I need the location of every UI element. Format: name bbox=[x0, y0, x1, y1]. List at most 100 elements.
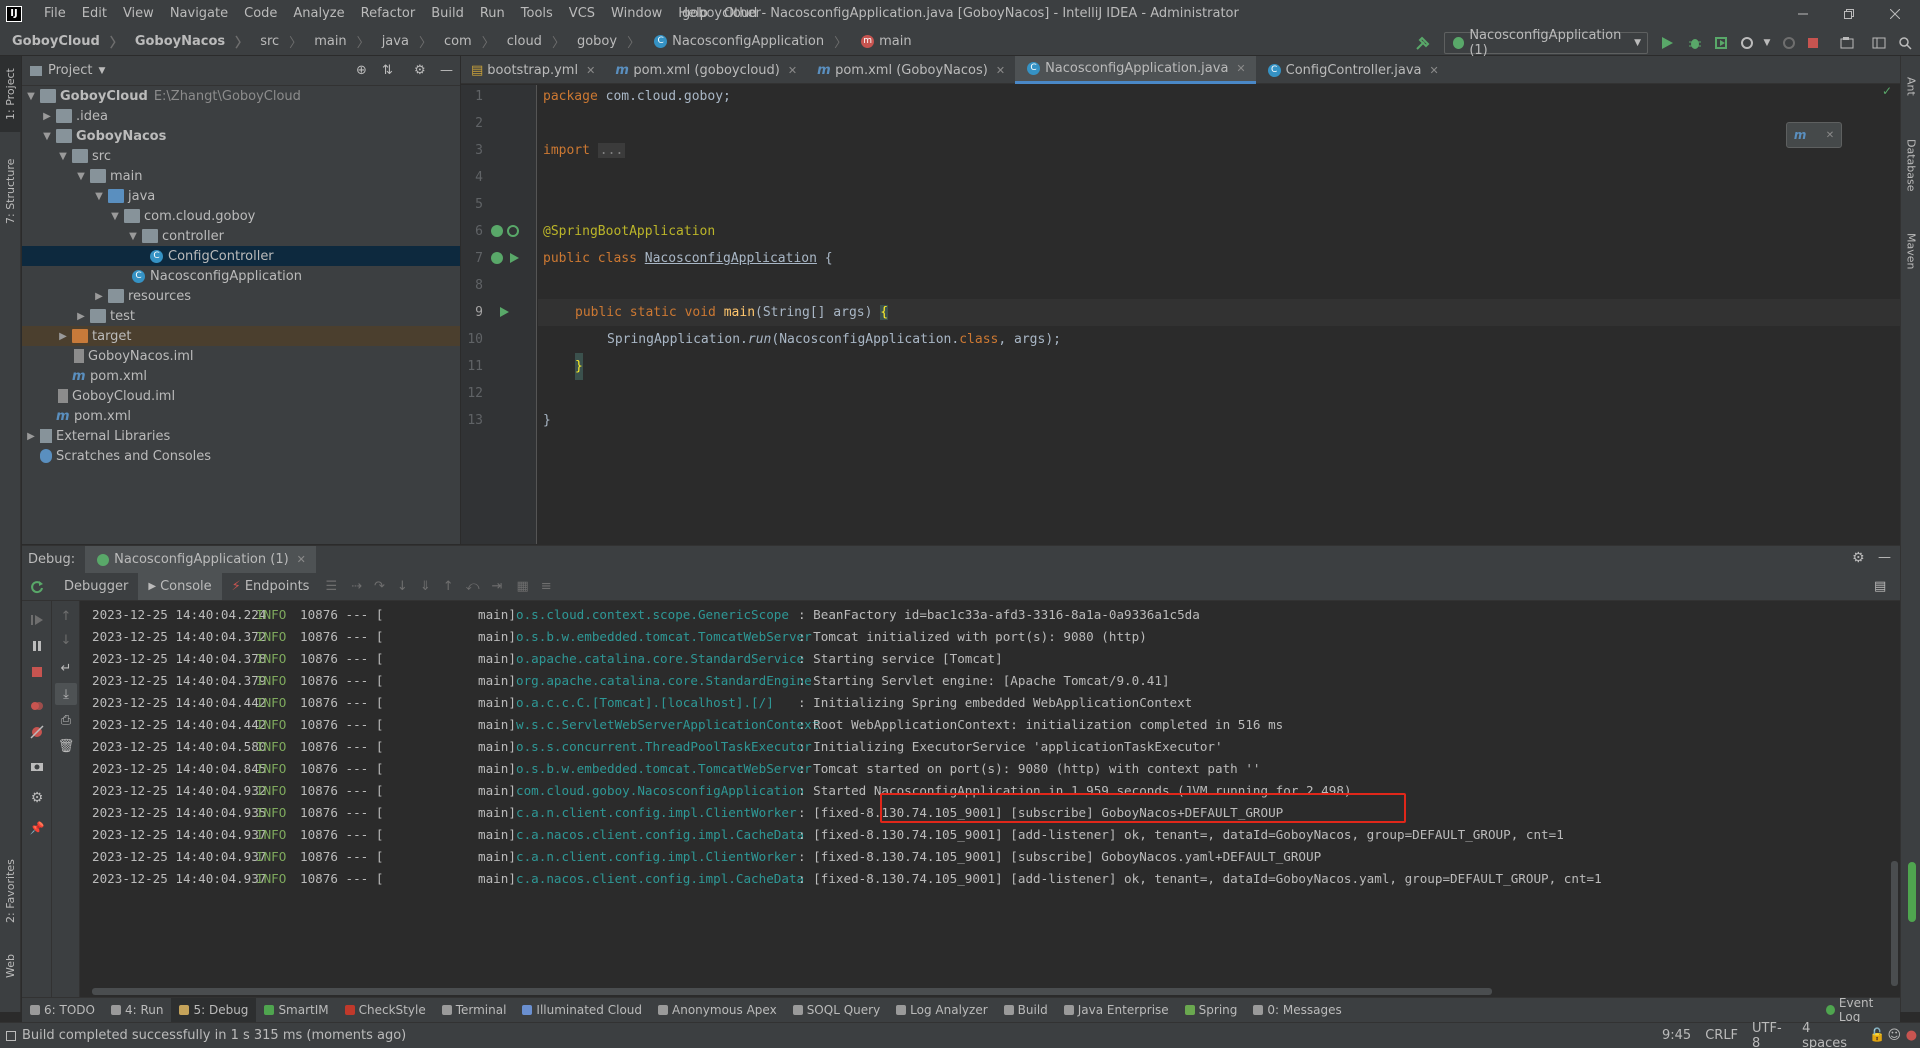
tree-item[interactable]: GoboyCloud.iml bbox=[22, 386, 460, 406]
menu-analyze[interactable]: Analyze bbox=[285, 0, 352, 28]
spring-bean-gutter-icon[interactable] bbox=[491, 225, 503, 237]
spring-config-gutter-icon[interactable] bbox=[507, 225, 519, 237]
chevron-down-icon[interactable]: ▼ bbox=[98, 66, 105, 76]
rerun-button[interactable] bbox=[1780, 34, 1798, 52]
gear-icon[interactable]: ⚙ bbox=[1852, 550, 1865, 566]
project-view-select[interactable]: Project bbox=[48, 63, 92, 78]
tool-tab-web[interactable]: Web bbox=[0, 941, 21, 991]
close-icon[interactable]: ✕ bbox=[1236, 62, 1245, 75]
step-over-icon[interactable]: ↷ bbox=[374, 579, 385, 594]
breadcrumb-class[interactable]: C NacosconfigApplication 〉 bbox=[640, 32, 847, 51]
tab-pom-goboynacos[interactable]: m pom.xml (GoboyNacos) ✕ bbox=[807, 56, 1015, 84]
run-configuration-select[interactable]: NacosconfigApplication (1) ▼ bbox=[1444, 28, 1648, 58]
tool-window-spring[interactable]: Spring bbox=[1177, 998, 1246, 1023]
breadcrumb-method[interactable]: m main bbox=[847, 34, 912, 49]
code-editor[interactable]: package com.cloud.goboy; import ... @Spr… bbox=[538, 84, 1900, 544]
tree-item[interactable]: C NacosconfigApplication bbox=[22, 266, 460, 286]
view-breakpoints-button[interactable] bbox=[26, 695, 48, 717]
tool-window-6-todo[interactable]: 6: TODO bbox=[22, 998, 103, 1023]
tab-pom-goboycloud[interactable]: m pom.xml (goboycloud) ✕ bbox=[605, 56, 807, 84]
breadcrumb-cloud[interactable]: cloud 〉 bbox=[495, 32, 565, 51]
stop-button[interactable] bbox=[1804, 34, 1822, 52]
breadcrumb-goboy[interactable]: goboy 〉 bbox=[565, 32, 640, 51]
step-out-icon[interactable]: ↑ bbox=[443, 579, 454, 594]
run-gutter-icon[interactable] bbox=[499, 307, 509, 317]
collapse-all-icon[interactable]: ⇅ bbox=[382, 63, 393, 78]
chevron-right-icon[interactable]: ▶ bbox=[40, 111, 54, 122]
tool-tab-project[interactable]: 1: Project bbox=[0, 56, 21, 132]
resume-button[interactable] bbox=[26, 609, 48, 631]
print-button[interactable]: ⎙ bbox=[55, 709, 77, 731]
tool-tab-maven[interactable]: Maven bbox=[1901, 216, 1920, 286]
tab-endpoints[interactable]: ⚡ Endpoints bbox=[222, 573, 320, 600]
tool-window-build[interactable]: Build bbox=[996, 998, 1056, 1023]
status-message[interactable]: Build completed successfully in 1 s 315 … bbox=[22, 1028, 406, 1043]
close-icon[interactable]: ✕ bbox=[996, 64, 1005, 77]
layout-button[interactable] bbox=[1870, 34, 1888, 52]
maven-reload-popup[interactable]: m ✕ bbox=[1786, 122, 1842, 148]
hide-panel-icon[interactable]: — bbox=[1878, 550, 1891, 565]
menu-view[interactable]: View bbox=[115, 0, 162, 28]
tree-item[interactable]: m pom.xml bbox=[22, 366, 460, 386]
tree-item[interactable]: GoboyNacos.iml bbox=[22, 346, 460, 366]
show-execution-point-icon[interactable]: ⇢ bbox=[351, 579, 362, 594]
tree-item[interactable]: ▼ com.cloud.goboy bbox=[22, 206, 460, 226]
run-button[interactable] bbox=[1658, 34, 1676, 52]
debug-button[interactable] bbox=[1686, 34, 1704, 52]
tool-tab-structure[interactable]: 7: Structure bbox=[0, 146, 21, 236]
stop-debug-button[interactable] bbox=[26, 661, 48, 683]
chevron-right-icon[interactable]: ▶ bbox=[74, 311, 88, 322]
evaluate-expression-icon[interactable]: ▦ bbox=[516, 579, 528, 594]
tree-item[interactable]: m pom.xml bbox=[22, 406, 460, 426]
tool-window-terminal[interactable]: Terminal bbox=[434, 998, 515, 1023]
run-gutter-icon[interactable] bbox=[509, 253, 519, 263]
tool-window-5-debug[interactable]: 5: Debug bbox=[171, 997, 257, 1023]
tree-item[interactable]: ▼ controller bbox=[22, 226, 460, 246]
chevron-down-icon[interactable]: ▼ bbox=[56, 151, 70, 162]
chevron-down-icon[interactable]: ▼ bbox=[126, 231, 140, 242]
breadcrumb-module[interactable]: GoboyNacos 〉 bbox=[123, 32, 248, 51]
mute-breakpoints-button[interactable] bbox=[26, 721, 48, 743]
error-indicator-icon[interactable]: ● bbox=[1903, 1027, 1920, 1045]
minimize-button[interactable] bbox=[1780, 0, 1826, 28]
profiler-button[interactable] bbox=[1738, 34, 1756, 52]
run-to-cursor-icon[interactable]: ⇥ bbox=[492, 579, 503, 594]
rerun-debug-button[interactable] bbox=[26, 576, 48, 598]
menu-refactor[interactable]: Refactor bbox=[353, 0, 424, 28]
tool-window-smartim[interactable]: SmartIM bbox=[256, 998, 336, 1023]
build-hammer-button[interactable] bbox=[1414, 34, 1432, 52]
inspection-ok-icon[interactable]: ✓ bbox=[1882, 84, 1892, 98]
chevron-down-icon[interactable]: ▼ bbox=[40, 131, 54, 142]
event-log-button[interactable]: Event Log bbox=[1818, 996, 1900, 1024]
tool-window-soql-query[interactable]: SOQL Query bbox=[785, 998, 888, 1023]
tool-window-0-messages[interactable]: 0: Messages bbox=[1245, 998, 1349, 1023]
tool-window-java-enterprise[interactable]: Java Enterprise bbox=[1056, 998, 1177, 1023]
close-window-button[interactable] bbox=[1872, 0, 1918, 28]
caret-position[interactable]: 9:45 bbox=[1662, 1028, 1691, 1043]
scroll-down-button[interactable]: ↓ bbox=[55, 629, 77, 651]
chevron-down-icon[interactable]: ▼ bbox=[108, 211, 122, 222]
chevron-down-icon[interactable]: ▼ bbox=[74, 171, 88, 182]
pin-tab-button[interactable]: 📌 bbox=[26, 817, 48, 839]
force-step-into-icon[interactable]: ⇓ bbox=[420, 579, 431, 594]
coverage-button[interactable] bbox=[1712, 34, 1730, 52]
search-everywhere-button[interactable] bbox=[1896, 34, 1914, 52]
breadcrumb-project[interactable]: GoboyCloud 〉 bbox=[0, 32, 123, 51]
tool-window-anonymous-apex[interactable]: Anonymous Apex bbox=[650, 998, 785, 1023]
menu-navigate[interactable]: Navigate bbox=[162, 0, 236, 28]
menu-build[interactable]: Build bbox=[423, 0, 472, 28]
close-icon[interactable]: ✕ bbox=[1429, 64, 1438, 77]
restore-layout-icon[interactable]: ▤ bbox=[1874, 579, 1886, 594]
close-icon[interactable]: ✕ bbox=[788, 64, 797, 77]
step-into-icon[interactable]: ↓ bbox=[397, 579, 408, 594]
project-structure-button[interactable] bbox=[1838, 34, 1856, 52]
tab-nacosconfigapplication[interactable]: C NacosconfigApplication.java ✕ bbox=[1015, 56, 1256, 84]
pause-button[interactable] bbox=[26, 635, 48, 657]
menu-run[interactable]: Run bbox=[472, 0, 513, 28]
breadcrumb-main[interactable]: main 〉 bbox=[302, 32, 370, 51]
clear-all-button[interactable]: 🗑 bbox=[55, 735, 77, 757]
hide-panel-icon[interactable]: — bbox=[440, 63, 453, 78]
debug-session-tab[interactable]: NacosconfigApplication (1) ✕ bbox=[85, 545, 316, 574]
tree-item[interactable]: ▼ java bbox=[22, 186, 460, 206]
tree-item[interactable]: ▼ main bbox=[22, 166, 460, 186]
